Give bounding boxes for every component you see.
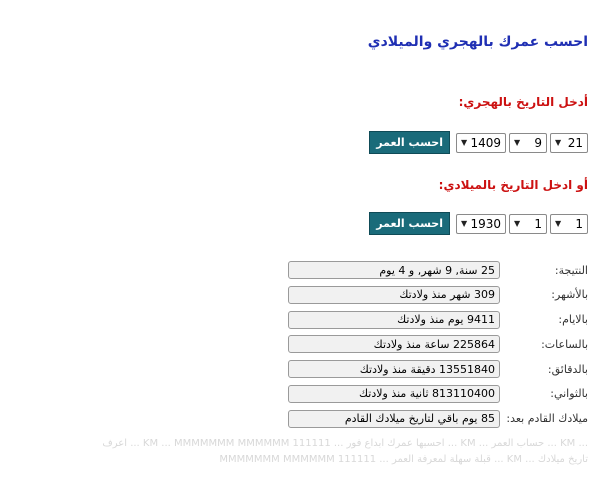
- gregorian-month-value: 1: [534, 216, 542, 231]
- hijri-year-select[interactable]: ▼ 1409: [456, 132, 506, 153]
- gregorian-year-value: 1930: [470, 216, 501, 231]
- chevron-down-icon: ▼: [514, 138, 521, 147]
- result-row-total: النتيجة: 25 سنة, 9 شهر, و 4 يوم: [286, 260, 588, 280]
- gregorian-date-row: ▼ 1 ▼ 1 ▼ 1930 احسب العمر: [369, 212, 588, 235]
- result-label: النتيجة:: [554, 263, 588, 277]
- result-value-field[interactable]: 9411 يوم منذ ولادتك: [288, 310, 500, 329]
- hijri-date-label: أدخل التاريخ بالهجري:: [458, 95, 588, 109]
- result-value-field[interactable]: 13551840 دقيقة منذ ولادتك: [288, 360, 500, 379]
- result-label: بالأشهر:: [551, 288, 588, 302]
- result-label: بالثواني:: [550, 387, 588, 401]
- chevron-down-icon: ▼: [555, 138, 562, 147]
- gregorian-day-value: 1: [575, 216, 583, 231]
- result-value-field[interactable]: 309 شهر منذ ولادتك: [288, 285, 500, 304]
- results-panel: النتيجة: 25 سنة, 9 شهر, و 4 يوم بالأشهر:…: [286, 260, 588, 434]
- hijri-day-value: 21: [567, 135, 583, 150]
- hijri-date-row: ▼ 21 ▼ 9 ▼ 1409 احسب العمر: [369, 131, 588, 154]
- result-label: بالساعات:: [541, 337, 588, 351]
- hijri-calculate-button[interactable]: احسب العمر: [369, 131, 450, 154]
- result-value-field[interactable]: 813110400 ثانية منذ ولادتك: [288, 384, 500, 403]
- result-row-seconds: بالثواني: 813110400 ثانية منذ ولادتك: [286, 384, 588, 404]
- result-value-field[interactable]: 25 سنة, 9 شهر, و 4 يوم: [288, 261, 500, 279]
- page-title: احسب عمرك بالهجري والميلادي: [367, 34, 588, 50]
- gregorian-month-select[interactable]: ▼ 1: [509, 213, 547, 234]
- result-label: ميلادك القادم بعد:: [506, 412, 588, 426]
- hijri-month-select[interactable]: ▼ 9: [509, 132, 547, 153]
- chevron-down-icon: ▼: [514, 219, 521, 228]
- chevron-down-icon: ▼: [461, 138, 468, 147]
- result-row-days: بالايام: 9411 يوم منذ ولادتك: [286, 310, 588, 330]
- gregorian-date-label: أو ادخل التاريخ بالميلادي:: [438, 178, 588, 192]
- hijri-month-value: 9: [534, 135, 542, 150]
- gregorian-day-select[interactable]: ▼ 1: [550, 213, 588, 234]
- gregorian-calculate-button[interactable]: احسب العمر: [369, 212, 450, 235]
- result-row-next-birthday: ميلادك القادم بعد: 85 يوم باقي لتاريخ مي…: [286, 409, 588, 429]
- footer-line: ... KM ... حساب العمر ... KM ... احسبها …: [102, 438, 588, 449]
- result-value-field[interactable]: 85 يوم باقي لتاريخ ميلادك القادم: [288, 409, 500, 428]
- result-row-hours: بالساعات: 225864 ساعة منذ ولادتك: [286, 334, 588, 354]
- gregorian-year-select[interactable]: ▼ 1930: [456, 213, 506, 234]
- footer-line: تاريخ ميلادك ... KM ... قبلة سهلة لمعرفة…: [219, 454, 588, 465]
- age-calculator-page: احسب عمرك بالهجري والميلادي أدخل التاريخ…: [0, 0, 600, 479]
- result-label: بالدقائق:: [547, 362, 588, 376]
- hijri-year-value: 1409: [470, 135, 501, 150]
- hijri-day-select[interactable]: ▼ 21: [550, 132, 588, 153]
- result-row-months: بالأشهر: 309 شهر منذ ولادتك: [286, 285, 588, 305]
- result-label: بالايام:: [558, 313, 588, 327]
- result-value-field[interactable]: 225864 ساعة منذ ولادتك: [288, 335, 500, 354]
- chevron-down-icon: ▼: [555, 219, 562, 228]
- chevron-down-icon: ▼: [461, 219, 468, 228]
- footer-watermark-text: ... KM ... حساب العمر ... KM ... احسبها …: [10, 436, 588, 468]
- result-row-minutes: بالدقائق: 13551840 دقيقة منذ ولادتك: [286, 359, 588, 379]
